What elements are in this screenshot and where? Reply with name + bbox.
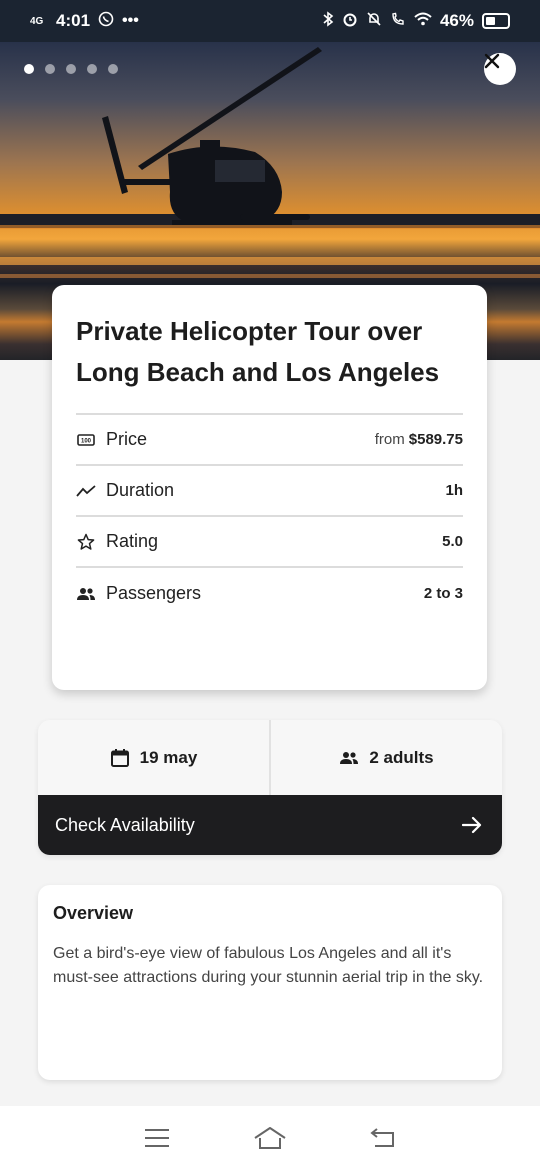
recent-apps-button[interactable] xyxy=(140,1123,174,1153)
status-right: 46% xyxy=(322,10,510,32)
carousel-dot[interactable] xyxy=(24,64,34,74)
detail-row-passengers: Passengers 2 to 3 xyxy=(76,568,463,619)
whatsapp-icon xyxy=(98,11,114,32)
home-button[interactable] xyxy=(253,1123,287,1153)
date-selector[interactable]: 19 may xyxy=(38,720,269,795)
more-notifications-icon: ••• xyxy=(122,12,139,29)
calendar-icon xyxy=(110,748,129,767)
carousel-dot[interactable] xyxy=(66,64,76,74)
call-wifi-icon xyxy=(390,11,406,32)
tour-details: 100 Price from $589.75 Duration 1h Ratin… xyxy=(76,413,463,619)
overview-heading: Overview xyxy=(53,903,134,923)
check-availability-button[interactable]: Check Availability xyxy=(38,795,502,855)
close-button[interactable] xyxy=(484,53,516,85)
selected-guests: 2 adults xyxy=(369,747,434,767)
price-value: $589.75 xyxy=(408,431,463,448)
menu-icon xyxy=(144,1129,169,1147)
battery-icon xyxy=(482,13,510,29)
home-icon xyxy=(254,1127,286,1149)
overview-text: Get a bird's-eye view of fabulous Los An… xyxy=(53,945,484,986)
detail-row-price: 100 Price from $589.75 xyxy=(76,415,463,466)
tour-info-card: Private Helicopter Tour over Long Beach … xyxy=(52,285,487,690)
svg-text:100: 100 xyxy=(81,438,92,444)
duration-icon xyxy=(76,481,96,501)
detail-value: 2 to 3 xyxy=(423,585,463,602)
selected-date: 19 may xyxy=(139,747,198,767)
detail-label: Passengers xyxy=(106,583,202,603)
back-icon xyxy=(370,1128,395,1147)
bluetooth-icon xyxy=(322,10,334,32)
people-icon xyxy=(76,584,96,604)
carousel-dots xyxy=(24,64,118,74)
overview-card: Overview Get a bird's-eye view of fabulo… xyxy=(38,885,502,1080)
detail-value: 5.0 xyxy=(442,533,463,550)
clock: 4:01 xyxy=(56,11,91,30)
back-button[interactable] xyxy=(366,1123,400,1153)
network-indicator: 4G xyxy=(30,15,44,27)
guests-selector[interactable]: 2 adults xyxy=(269,720,502,795)
booking-card: 19 may 2 adults Check Availability xyxy=(38,720,502,855)
tour-title: Private Helicopter Tour over Long Beach … xyxy=(76,316,440,387)
detail-value: from $589.75 xyxy=(375,431,463,448)
detail-value: 1h xyxy=(445,482,463,499)
detail-row-duration: Duration 1h xyxy=(76,466,463,517)
status-left: 4G 4:01 ••• xyxy=(30,11,139,32)
status-bar: 4G 4:01 ••• 46% xyxy=(0,0,540,42)
wifi-icon xyxy=(414,11,432,32)
alarm-icon xyxy=(342,11,358,32)
carousel-dot[interactable] xyxy=(108,64,118,74)
detail-label: Price xyxy=(106,429,148,449)
check-availability-label: Check Availability xyxy=(55,814,195,835)
star-icon xyxy=(76,532,96,552)
close-icon xyxy=(484,53,500,69)
price-icon: 100 xyxy=(76,430,96,450)
system-nav-bar xyxy=(0,1106,540,1170)
price-prefix: from xyxy=(374,431,405,448)
detail-row-rating: Rating 5.0 xyxy=(76,517,463,568)
battery-percent: 46% xyxy=(439,11,474,30)
carousel-dot[interactable] xyxy=(87,64,97,74)
detail-label: Duration xyxy=(106,480,175,500)
mute-icon xyxy=(366,11,382,32)
people-icon xyxy=(340,751,359,764)
detail-label: Rating xyxy=(106,531,159,551)
arrow-right-icon xyxy=(462,816,482,834)
carousel-dot[interactable] xyxy=(45,64,55,74)
